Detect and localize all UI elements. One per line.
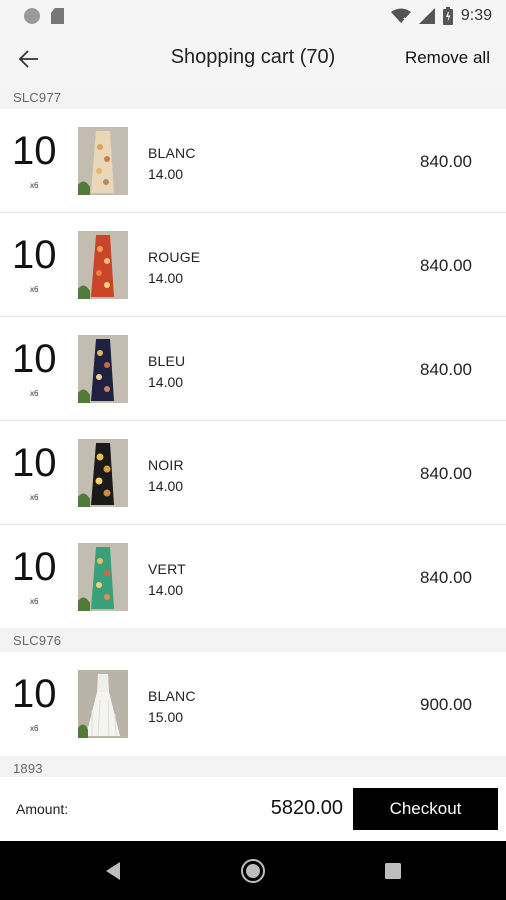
line-total: 840.00: [420, 568, 472, 587]
cart-item-row[interactable]: 10 x6 ROUGE 14.00 840.00: [0, 213, 506, 317]
line-total: 840.00: [420, 464, 472, 483]
back-button[interactable]: [14, 44, 44, 74]
notification-dot-icon: [24, 8, 40, 24]
pack-size: x6: [30, 597, 39, 606]
app-bar: Shopping cart (70) Remove all: [0, 32, 506, 84]
status-right: 9:39: [390, 7, 492, 25]
quantity: 10: [12, 441, 57, 485]
product-image: [78, 231, 128, 299]
line-total: 840.00: [420, 152, 472, 171]
pack-size: x6: [30, 285, 39, 294]
remove-all-button[interactable]: Remove all: [405, 48, 490, 68]
product-image: [78, 543, 128, 611]
line-total: 900.00: [420, 695, 472, 714]
pack-size: x6: [30, 181, 39, 190]
quantity: 10: [12, 545, 57, 589]
status-time: 9:39: [460, 7, 492, 24]
pack-size: x6: [30, 493, 39, 502]
color-name: BLANC: [148, 688, 196, 704]
cart-item-row[interactable]: 10 x6 BLANC 15.00 900.00: [0, 652, 506, 756]
cart-item-row[interactable]: 10 x6 VERT 14.00 840.00: [0, 525, 506, 629]
line-total: 840.00: [420, 256, 472, 275]
status-left: [24, 8, 64, 24]
nav-back-button[interactable]: [97, 855, 129, 887]
nav-home-button[interactable]: [237, 855, 269, 887]
recents-square-icon: [385, 863, 401, 879]
system-nav-bar: [0, 841, 506, 900]
home-circle-icon: [241, 859, 265, 883]
quantity: 10: [12, 672, 57, 716]
color-name: NOIR: [148, 457, 184, 473]
amount-label: Amount:: [16, 801, 69, 817]
cart-item-row[interactable]: 10 x6 BLANC 14.00 840.00: [0, 109, 506, 213]
color-name: BLANC: [148, 145, 196, 161]
nav-recents-button[interactable]: [377, 855, 409, 887]
battery-icon: [442, 7, 453, 25]
line-total: 840.00: [420, 360, 472, 379]
back-triangle-icon: [106, 862, 120, 880]
unit-price: 14.00: [148, 270, 184, 286]
cart-item-row[interactable]: 10 x6 BLEU 14.00 840.00: [0, 317, 506, 421]
product-image: [78, 335, 128, 403]
quantity: 10: [12, 129, 57, 173]
sd-card-icon: [51, 8, 64, 24]
status-bar: 9:39: [0, 0, 506, 32]
unit-price: 15.00: [148, 709, 184, 725]
group-header: SLC976: [0, 628, 506, 652]
group-header: SLC977: [0, 85, 506, 109]
product-image: [78, 127, 128, 195]
color-name: BLEU: [148, 353, 186, 369]
cart-item-row[interactable]: 10 x6 NOIR 14.00 840.00: [0, 421, 506, 525]
amount-value: 5820.00: [270, 797, 343, 819]
wifi-icon: [390, 8, 411, 24]
product-image: [78, 439, 128, 507]
unit-price: 14.00: [148, 478, 184, 494]
color-name: ROUGE: [148, 249, 201, 265]
arrow-left-icon: [19, 50, 38, 68]
unit-price: 14.00: [148, 374, 184, 390]
signal-icon: [418, 8, 435, 24]
shopping-cart-screen: 9:39 Shopping cart (70) Remove all SLC97…: [0, 0, 506, 900]
pack-size: x6: [30, 724, 39, 733]
checkout-bar: Amount: 5820.00 Checkout: [0, 777, 506, 841]
quantity: 10: [12, 337, 57, 381]
unit-price: 14.00: [148, 582, 184, 598]
product-image: [78, 670, 128, 738]
pack-size: x6: [30, 389, 39, 398]
unit-price: 14.00: [148, 166, 184, 182]
checkout-button[interactable]: Checkout: [353, 788, 498, 830]
color-name: VERT: [148, 561, 186, 577]
quantity: 10: [12, 233, 57, 277]
